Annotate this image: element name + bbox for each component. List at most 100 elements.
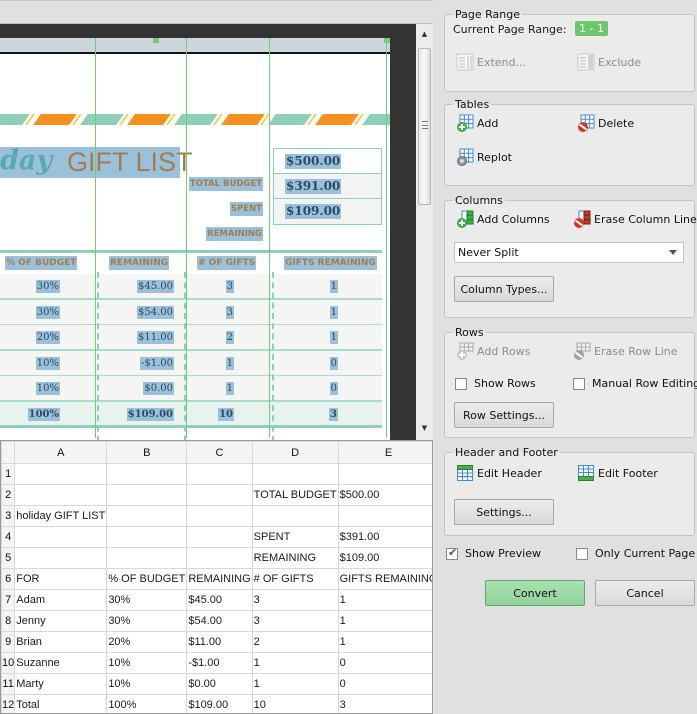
row-header[interactable]: 6	[1, 568, 16, 590]
column-header[interactable]: B	[106, 441, 188, 464]
row-header[interactable]: 12	[1, 694, 16, 713]
add-columns-button[interactable]: Add Columns	[456, 210, 550, 228]
grid-cell[interactable]: -$1.00	[186, 652, 253, 674]
grid-cell[interactable]: 1	[337, 631, 432, 653]
grid-cell[interactable]: 0	[337, 652, 432, 674]
scroll-up-arrow-icon[interactable]: ▲	[416, 30, 433, 40]
row-header[interactable]: 5	[1, 547, 16, 569]
corner-cell[interactable]	[1, 441, 16, 464]
erase-row-line-button[interactable]: Erase Row Line	[573, 342, 678, 360]
grid-cell[interactable]: $45.00	[186, 589, 253, 611]
grid-cell[interactable]	[14, 463, 108, 485]
grid-cell[interactable]	[186, 526, 253, 548]
column-header[interactable]: A	[14, 441, 108, 464]
grid-cell[interactable]: $54.00	[186, 610, 253, 632]
column-header[interactable]: D	[251, 441, 339, 464]
grid-cell[interactable]	[186, 463, 253, 485]
grid-cell[interactable]	[106, 547, 188, 569]
exclude-button[interactable]: Exclude	[577, 53, 641, 71]
grid-cell[interactable]	[337, 505, 432, 527]
grid-cell[interactable]: $11.00	[186, 631, 253, 653]
grid-cell[interactable]	[106, 505, 188, 527]
replot-table-button[interactable]: Replot	[456, 148, 512, 166]
scroll-thumb[interactable]	[418, 48, 431, 205]
grid-cell[interactable]: $391.00	[337, 526, 432, 548]
grid-cell[interactable]	[186, 484, 253, 506]
grid-cell[interactable]	[186, 505, 253, 527]
grid-cell[interactable]	[106, 526, 188, 548]
grid-cell[interactable]: 2	[251, 631, 339, 653]
column-guide-line[interactable]	[269, 38, 270, 438]
show-preview-checkbox[interactable]: Show Preview	[446, 546, 541, 560]
grid-cell[interactable]: 1	[251, 652, 339, 674]
erase-column-line-button[interactable]: Erase Column Line	[573, 210, 697, 228]
grid-cell[interactable]: 30%	[106, 610, 188, 632]
grid-cell[interactable]: Suzanne	[14, 652, 108, 674]
grid-cell[interactable]: $0.00	[186, 673, 253, 695]
only-current-page-checkbox[interactable]: Only Current Page	[576, 547, 695, 560]
row-header[interactable]: 4	[1, 526, 16, 548]
grid-cell[interactable]: 10%	[106, 673, 188, 695]
manual-row-editing-checkbox[interactable]: Manual Row Editing	[573, 377, 697, 390]
grid-cell[interactable]: $109.00	[186, 694, 253, 713]
grid-cell[interactable]	[251, 505, 339, 527]
add-table-button[interactable]: Add	[456, 114, 498, 132]
edit-footer-button[interactable]: Edit Footer	[577, 464, 658, 482]
grid-cell[interactable]: # OF GIFTS	[251, 568, 339, 590]
edit-header-button[interactable]: Edit Header	[456, 464, 542, 482]
grid-cell[interactable]: FOR	[14, 568, 108, 590]
grid-cell[interactable]	[251, 463, 339, 485]
row-header[interactable]: 11	[1, 673, 16, 695]
column-split-dropdown[interactable]: Never Split	[454, 242, 684, 263]
grid-cell[interactable]: Adam	[14, 589, 108, 611]
grid-cell[interactable]: Jenny	[14, 610, 108, 632]
grid-cell[interactable]: 0	[337, 673, 432, 695]
preview-vertical-scrollbar[interactable]: ▲ ▼	[416, 24, 433, 440]
grid-cell[interactable]: Total	[14, 694, 108, 713]
grid-cell[interactable]: 30%	[106, 589, 188, 611]
convert-button[interactable]: Convert	[485, 580, 585, 606]
spreadsheet-grid[interactable]: A B C D E 1 2 TOTAL BUDGET $500.00 3 holiday …	[0, 440, 433, 714]
guide-handle[interactable]	[153, 38, 159, 43]
row-header[interactable]: 1	[1, 463, 16, 485]
add-rows-button[interactable]: Add Rows	[456, 342, 530, 360]
grid-cell[interactable]	[186, 547, 253, 569]
grid-cell[interactable]: REMAINING	[251, 547, 339, 569]
row-settings-button[interactable]: Row Settings...	[454, 402, 554, 428]
show-rows-checkbox[interactable]: Show Rows	[455, 377, 536, 390]
grid-cell[interactable]: 3	[337, 694, 432, 713]
grid-cell[interactable]: holiday GIFT LIST	[14, 505, 108, 527]
grid-cell[interactable]: 3	[251, 610, 339, 632]
grid-cell[interactable]: $109.00	[337, 547, 432, 569]
column-header[interactable]: E	[337, 441, 432, 464]
grid-cell[interactable]: 100%	[106, 694, 188, 713]
column-guide-line[interactable]	[386, 38, 387, 438]
checkbox-box[interactable]	[573, 377, 585, 390]
grid-cell[interactable]: 10	[251, 694, 339, 713]
column-header[interactable]: C	[186, 441, 253, 464]
grid-cell[interactable]: SPENT	[251, 526, 339, 548]
guide-handle[interactable]	[384, 38, 390, 43]
cancel-button[interactable]: Cancel	[595, 580, 695, 606]
grid-cell[interactable]: Marty	[14, 673, 108, 695]
grid-cell[interactable]: TOTAL BUDGET	[251, 484, 339, 506]
grid-cell[interactable]: 20%	[106, 631, 188, 653]
row-header[interactable]: 10	[1, 652, 16, 674]
grid-cell[interactable]: GIFTS REMAINING	[337, 568, 432, 590]
grid-cell[interactable]	[14, 526, 108, 548]
grid-cell[interactable]	[106, 484, 188, 506]
grid-cell[interactable]: Brian	[14, 631, 108, 653]
column-guide-line[interactable]	[186, 38, 187, 438]
grid-cell[interactable]: 3	[251, 589, 339, 611]
header-footer-settings-button[interactable]: Settings...	[454, 499, 554, 525]
grid-cell[interactable]: 1	[337, 589, 432, 611]
checkbox-box[interactable]	[576, 547, 588, 560]
checkbox-box[interactable]	[455, 377, 467, 390]
delete-table-button[interactable]: Delete	[577, 114, 634, 132]
scroll-down-arrow-icon[interactable]: ▼	[416, 424, 433, 434]
grid-cell[interactable]	[14, 484, 108, 506]
column-guide-line[interactable]	[95, 38, 96, 438]
checkbox-box[interactable]	[446, 546, 458, 560]
grid-cell[interactable]: 1	[251, 673, 339, 695]
grid-cell[interactable]: % OF BUDGET	[106, 568, 188, 590]
